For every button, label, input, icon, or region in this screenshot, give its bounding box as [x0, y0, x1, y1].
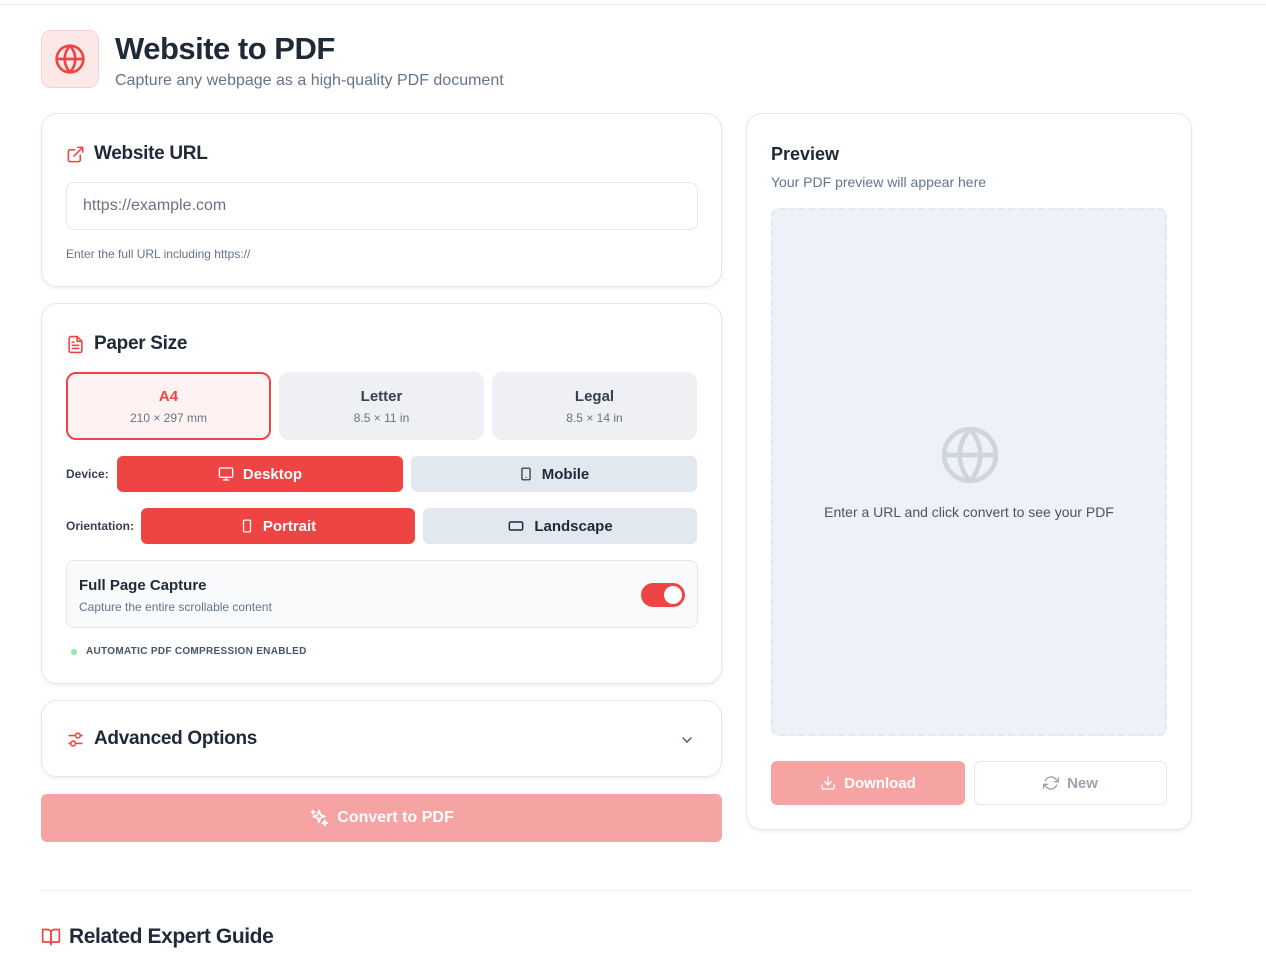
device-mobile-button[interactable]: Mobile [411, 456, 697, 492]
full-page-title: Full Page Capture [79, 577, 207, 594]
book-open-icon [41, 928, 61, 946]
landscape-icon [508, 521, 524, 531]
paper-size-card: Paper Size A4 210 × 297 mm Letter 8.5 × … [41, 303, 722, 684]
url-hint: Enter the full URL including https:// [66, 247, 251, 261]
full-page-description: Capture the entire scrollable content [79, 600, 272, 614]
url-card-label: Website URL [94, 143, 208, 164]
paper-option-dims: 210 × 297 mm [129, 410, 208, 425]
paper-option-letter[interactable]: Letter 8.5 × 11 in [279, 372, 484, 440]
orientation-portrait-button[interactable]: Portrait [141, 508, 415, 544]
download-icon [821, 776, 835, 790]
globe-placeholder-icon [941, 426, 999, 484]
related-guide-title: Related Expert Guide [69, 925, 274, 948]
document-icon [68, 335, 83, 353]
sliders-icon [68, 731, 83, 747]
preview-title: Preview [771, 144, 840, 164]
convert-button-label: Convert to PDF [337, 809, 454, 826]
paper-option-name: Letter [360, 387, 403, 405]
orientation-landscape-label: Landscape [534, 517, 613, 535]
page-subtitle: Capture any webpage as a high-quality PD… [115, 72, 504, 89]
device-mobile-label: Mobile [541, 465, 590, 483]
paper-card-label: Paper Size [94, 333, 188, 354]
preview-card: Preview Your PDF preview will appear her… [746, 113, 1192, 830]
chevron-down-icon [682, 737, 692, 743]
orientation-label: Orientation: [66, 519, 134, 533]
page-title: Website to PDF [115, 31, 335, 66]
paper-card-title: Paper Size [66, 333, 187, 355]
full-page-capture-row: Full Page Capture Capture the entire scr… [66, 560, 698, 628]
globe-icon [55, 44, 85, 74]
paper-option-dims: 8.5 × 14 in [566, 410, 623, 425]
orientation-portrait-label: Portrait [262, 517, 317, 535]
paper-option-name: A4 [158, 387, 179, 405]
section-divider [41, 890, 1191, 891]
compression-note-text: AUTOMATIC PDF COMPRESSION ENABLED [86, 646, 307, 657]
convert-button[interactable]: Convert to PDF [41, 794, 722, 842]
new-label: New [1067, 774, 1098, 792]
smartphone-icon [521, 467, 531, 481]
full-page-toggle[interactable] [641, 583, 685, 607]
refresh-icon [1043, 776, 1060, 790]
url-input[interactable] [66, 182, 698, 230]
app-logo [41, 30, 99, 88]
device-desktop-button[interactable]: Desktop [117, 456, 403, 492]
advanced-title: Advanced Options [66, 728, 257, 750]
paper-option-dims: 8.5 × 11 in [353, 410, 410, 425]
orientation-landscape-button[interactable]: Landscape [423, 508, 697, 544]
new-button[interactable]: New [974, 761, 1167, 805]
page-header: Website to PDF Capture any webpage as a … [41, 30, 504, 90]
advanced-options-toggle[interactable]: Advanced Options [41, 700, 722, 777]
advanced-label: Advanced Options [94, 728, 258, 749]
status-dot [71, 648, 77, 655]
monitor-icon [218, 467, 234, 481]
url-card: Website URL Enter the full URL including… [41, 113, 722, 287]
related-guide-heading: Related Expert Guide [41, 925, 274, 949]
paper-option-a4[interactable]: A4 210 × 297 mm [66, 372, 271, 440]
paper-option-name: Legal [574, 387, 615, 405]
preview-subtitle: Your PDF preview will appear here [771, 174, 987, 190]
portrait-icon [242, 519, 251, 533]
paper-option-legal[interactable]: Legal 8.5 × 14 in [492, 372, 697, 440]
device-desktop-label: Desktop [242, 465, 303, 483]
download-label: Download [844, 774, 916, 792]
external-link-icon [67, 146, 84, 162]
device-label: Device: [66, 467, 109, 481]
toggle-knob [664, 586, 682, 604]
top-divider [0, 4, 1266, 5]
preview-area: Enter a URL and click convert to see you… [771, 208, 1167, 736]
preview-empty-text: Enter a URL and click convert to see you… [824, 504, 1114, 520]
sparkles-icon [310, 809, 329, 827]
url-card-title: Website URL [66, 143, 208, 165]
download-button[interactable]: Download [771, 761, 965, 805]
compression-note: AUTOMATIC PDF COMPRESSION ENABLED [71, 646, 307, 657]
